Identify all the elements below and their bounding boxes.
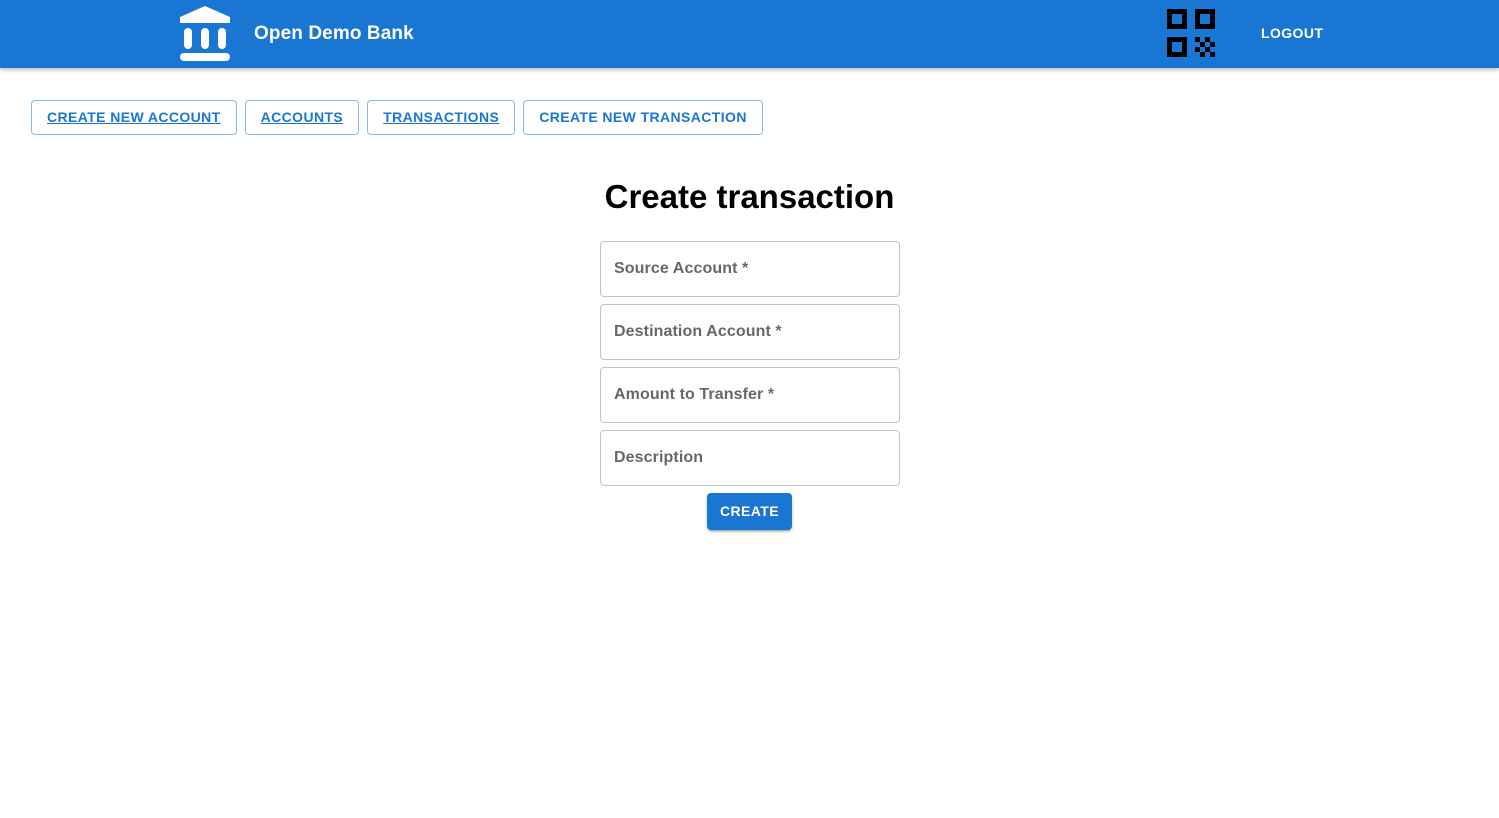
logout-button[interactable]: LOGOUT: [1248, 18, 1336, 48]
create-new-transaction-button[interactable]: CREATE NEW TRANSACTION: [523, 100, 763, 135]
transactions-button[interactable]: TRANSACTIONS: [367, 100, 516, 135]
create-new-account-button[interactable]: CREATE NEW ACCOUNT: [31, 100, 237, 135]
qr-code-icon[interactable]: [1166, 8, 1216, 58]
source-account-field[interactable]: Source Account *: [600, 241, 900, 297]
description-label: Description: [614, 449, 704, 466]
app-title: Open Demo Bank: [254, 23, 414, 44]
page-title: Create transaction: [604, 178, 895, 215]
amount-field[interactable]: Amount to Transfer *: [600, 367, 900, 423]
create-button[interactable]: CREATE: [707, 493, 792, 530]
create-transaction-form: Source Account * Destination Account * A…: [600, 241, 900, 493]
amount-label: Amount to Transfer *: [614, 386, 775, 403]
destination-account-field[interactable]: Destination Account *: [600, 304, 900, 360]
app-bar: Open Demo Bank LOGOUT: [0, 0, 1499, 68]
main-nav: CREATE NEW ACCOUNT ACCOUNTS TRANSACTIONS…: [31, 100, 763, 135]
description-field[interactable]: Description: [600, 430, 900, 486]
accounts-button[interactable]: ACCOUNTS: [244, 100, 360, 135]
source-account-label: Source Account *: [614, 260, 749, 277]
bank-icon: [180, 6, 230, 61]
destination-account-label: Destination Account *: [614, 323, 782, 340]
